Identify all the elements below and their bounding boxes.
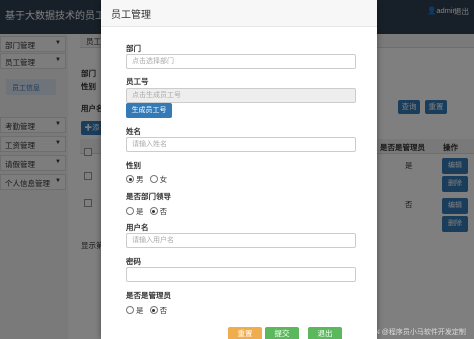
modal-header: 员工管理 (101, 0, 377, 27)
is-admin-radio-group: 是 否 (126, 305, 171, 316)
radio-checked-icon (149, 207, 158, 215)
username-input[interactable] (126, 233, 356, 248)
employee-no-label: 员工号 (126, 77, 149, 86)
dept-leader-label: 是否部门领导 (126, 192, 171, 201)
department-label: 部门 (126, 44, 141, 53)
gender-radio-group: 男 女 (126, 174, 171, 185)
employee-modal: 员工管理 部门 员工号 生成员工号 姓名 性别 男 女 是否部门领导 是 否 用… (101, 0, 377, 339)
modal-title: 员工管理 (111, 10, 151, 21)
dept-leader-option-label: 是 (136, 207, 144, 216)
department-select[interactable] (126, 54, 356, 69)
is-admin-label: 是否是管理员 (126, 291, 171, 300)
is-admin-option-no[interactable]: 否 (149, 306, 168, 315)
radio-checked-icon (149, 306, 158, 314)
gender-option-label: 女 (159, 175, 168, 184)
dept-leader-option-no[interactable]: 否 (149, 207, 168, 216)
name-label: 姓名 (126, 127, 141, 136)
is-admin-option-yes[interactable]: 是 (126, 306, 144, 315)
radio-unchecked-icon (149, 175, 158, 183)
is-admin-option-label: 否 (159, 306, 168, 315)
generate-employee-no-button[interactable]: 生成员工号 (126, 103, 172, 118)
username-label: 用户名 (126, 223, 149, 232)
dept-leader-radio-group: 是 否 (126, 206, 171, 217)
password-label: 密码 (126, 257, 141, 266)
radio-checked-icon (126, 175, 134, 183)
password-input[interactable] (126, 267, 356, 282)
gender-option-male[interactable]: 男 (126, 175, 144, 184)
submit-button[interactable]: 提交 (265, 327, 299, 339)
employee-no-field[interactable] (126, 88, 356, 103)
gender-option-label: 男 (136, 175, 144, 184)
name-input[interactable] (126, 137, 356, 152)
dept-leader-option-yes[interactable]: 是 (126, 207, 144, 216)
close-button[interactable]: 退出 (308, 327, 342, 339)
radio-unchecked-icon (126, 207, 134, 215)
radio-unchecked-icon (126, 306, 134, 314)
gender-label: 性别 (126, 161, 141, 170)
gender-option-female[interactable]: 女 (149, 175, 168, 184)
dept-leader-option-label: 否 (159, 207, 168, 216)
is-admin-option-label: 是 (136, 306, 144, 315)
reset-button[interactable]: 重置 (228, 327, 262, 339)
